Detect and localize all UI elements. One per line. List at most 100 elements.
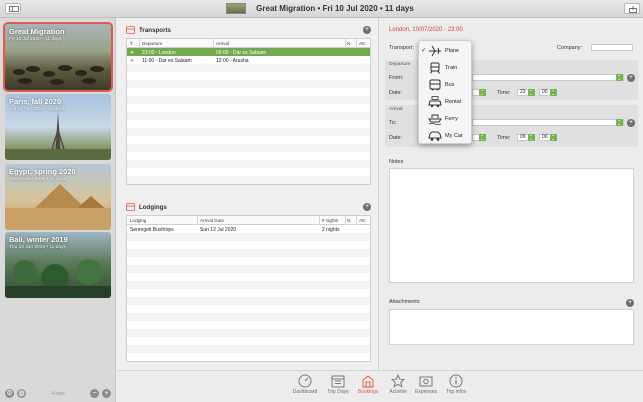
empty-row: [127, 337, 370, 345]
star-icon: [391, 374, 405, 388]
lodgings-header: Lodgings: [126, 202, 167, 212]
menu-item-ferry[interactable]: Ferry: [419, 111, 473, 127]
arrival-date-stepper[interactable]: [479, 134, 486, 141]
from-field[interactable]: [472, 74, 624, 81]
menu-item-my-car[interactable]: My Car: [419, 128, 473, 144]
trip-card-great-migration[interactable]: Great Migration Fri 10 Jul 2020 • 11 day…: [3, 22, 113, 92]
trip-card-bali[interactable]: Bali, winter 2019 Thu 10 Jan 2019 • 11 d…: [5, 232, 111, 298]
add-attachment-button[interactable]: +: [626, 299, 634, 307]
car-icon: [428, 131, 442, 141]
ferry-icon: [428, 114, 442, 125]
departure-cell: 23:00 - London: [142, 49, 176, 56]
trip-card-paris[interactable]: Paris, fall 2020 Sat 10 Oct 2020 • 11 da…: [5, 94, 111, 160]
empty-row: [127, 297, 370, 305]
menu-item-rental[interactable]: Rental: [419, 94, 473, 110]
col-arrival[interactable]: Arrival: [216, 41, 229, 46]
menu-item-label: My Car: [445, 133, 463, 139]
arrival-date-label: Date:: [389, 135, 403, 141]
departure-date-label: Date:: [389, 90, 403, 96]
empty-row: [127, 144, 370, 152]
lodgings-rows: Serengeti Bushtops Sun 12 Jul 2020 2 nig…: [127, 225, 370, 361]
arrival-minute-stepper[interactable]: [550, 134, 557, 141]
col-notes[interactable]: N.: [347, 218, 352, 223]
arrival-time-label: Time:: [497, 135, 511, 141]
arrival-hour-stepper[interactable]: [528, 134, 535, 141]
menu-item-bus[interactable]: Bus: [419, 77, 473, 93]
plane-icon: ✈: [130, 49, 135, 56]
trip-thumbnail: [226, 3, 247, 14]
transports-rows: ✈ 23:00 - London 09:00 - Dar es Salaam ✈…: [127, 48, 370, 184]
trip-subtitle: Sat 10 Oct 2020 • 11 days: [9, 107, 65, 112]
attachments-label: Attachments: [389, 299, 420, 305]
empty-row: [127, 88, 370, 96]
empty-row: [127, 136, 370, 144]
tab-trip-days[interactable]: Trip Days: [321, 374, 355, 402]
add-place-button[interactable]: +: [627, 119, 635, 127]
settings-icon[interactable]: ⚙: [5, 389, 14, 398]
detail-heading: London, 10/07/2020 - 23:00: [389, 27, 463, 33]
empty-row: [127, 257, 370, 265]
col-notes[interactable]: N.: [347, 41, 352, 46]
departure-minute-stepper[interactable]: [550, 89, 557, 96]
calendar-icon: [331, 375, 345, 388]
empty-row: [127, 152, 370, 160]
table-row[interactable]: ✈ 11:00 - Dar es Salaam 12:00 - Arusha: [127, 56, 370, 64]
to-dropdown-button[interactable]: [616, 119, 623, 126]
col-nights[interactable]: # nights: [322, 218, 338, 223]
arrival-cell: 09:00 - Dar es Salaam: [216, 49, 267, 56]
to-label: To:: [389, 120, 397, 126]
col-type[interactable]: T..: [130, 41, 135, 46]
sidebar-footer: ⚙ ◍ 4 trips − +: [0, 386, 116, 402]
table-row[interactable]: Serengeti Bushtops Sun 12 Jul 2020 2 nig…: [127, 225, 370, 233]
add-lodging-button[interactable]: +: [363, 203, 371, 211]
departure-hour-stepper[interactable]: [528, 89, 535, 96]
tab-trip-infos[interactable]: Trip infos: [439, 374, 473, 402]
share-button[interactable]: [624, 3, 640, 14]
company-label: Company:: [557, 45, 583, 51]
sidebar-icon: [9, 6, 19, 12]
tab-expenses[interactable]: Expenses: [409, 374, 443, 402]
bookings-icon: [362, 375, 374, 388]
tab-label: Expenses: [415, 389, 437, 395]
empty-row: [127, 353, 370, 361]
col-lodging[interactable]: Lodging: [130, 218, 146, 223]
col-departure[interactable]: Departure: [142, 41, 162, 46]
add-transport-button[interactable]: +: [363, 26, 371, 34]
menu-item-label: Train: [445, 65, 458, 71]
col-attachments[interactable]: Att.: [359, 41, 366, 46]
to-field[interactable]: [472, 119, 624, 126]
bookings-lists: Transports + T.. Departure Arrival N. At…: [117, 18, 379, 370]
col-arrival-date[interactable]: Arrival Date: [200, 218, 224, 223]
title-bar: Great Migration • Fri 10 Jul 2020 • 11 d…: [0, 0, 643, 18]
empty-row: [127, 313, 370, 321]
notes-textarea[interactable]: [389, 168, 634, 283]
remove-trip-button[interactable]: −: [90, 389, 99, 398]
menu-item-label: Plane: [445, 48, 460, 54]
menu-item-plane[interactable]: ✓ Plane: [419, 43, 473, 59]
empty-row: [127, 241, 370, 249]
attachments-list[interactable]: [389, 309, 634, 345]
train-icon: [430, 62, 440, 74]
from-dropdown-button[interactable]: [616, 74, 623, 81]
trip-card-egypt[interactable]: Egypt, spring 2020 Tue 10 Mar 2020 • 11 …: [5, 164, 111, 230]
tab-dashboard[interactable]: Dashboard: [288, 374, 322, 402]
menu-item-train[interactable]: Train: [419, 60, 473, 76]
menu-item-label: Rental: [445, 99, 461, 105]
tab-bar: Dashboard Trip Days Bookings Activitie E…: [117, 370, 643, 402]
add-trip-button[interactable]: +: [102, 389, 111, 398]
nights-cell: 2 nights: [322, 226, 340, 233]
company-field[interactable]: [591, 44, 633, 51]
table-row[interactable]: ✈ 23:00 - London 09:00 - Dar es Salaam: [127, 48, 370, 56]
tab-bookings[interactable]: Bookings: [351, 374, 385, 402]
plane-icon: ✈: [130, 57, 135, 64]
add-place-button[interactable]: +: [627, 74, 635, 82]
globe-icon[interactable]: ◍: [17, 389, 26, 398]
col-attachments[interactable]: Att.: [359, 218, 366, 223]
sidebar-toggle-button[interactable]: [5, 3, 21, 14]
lodgings-title: Lodgings: [139, 203, 167, 211]
dashboard-icon: [298, 374, 312, 388]
departure-date-stepper[interactable]: [479, 89, 486, 96]
empty-row: [127, 265, 370, 273]
empty-row: [127, 80, 370, 88]
trip-name: Egypt, spring 2020: [9, 167, 76, 176]
